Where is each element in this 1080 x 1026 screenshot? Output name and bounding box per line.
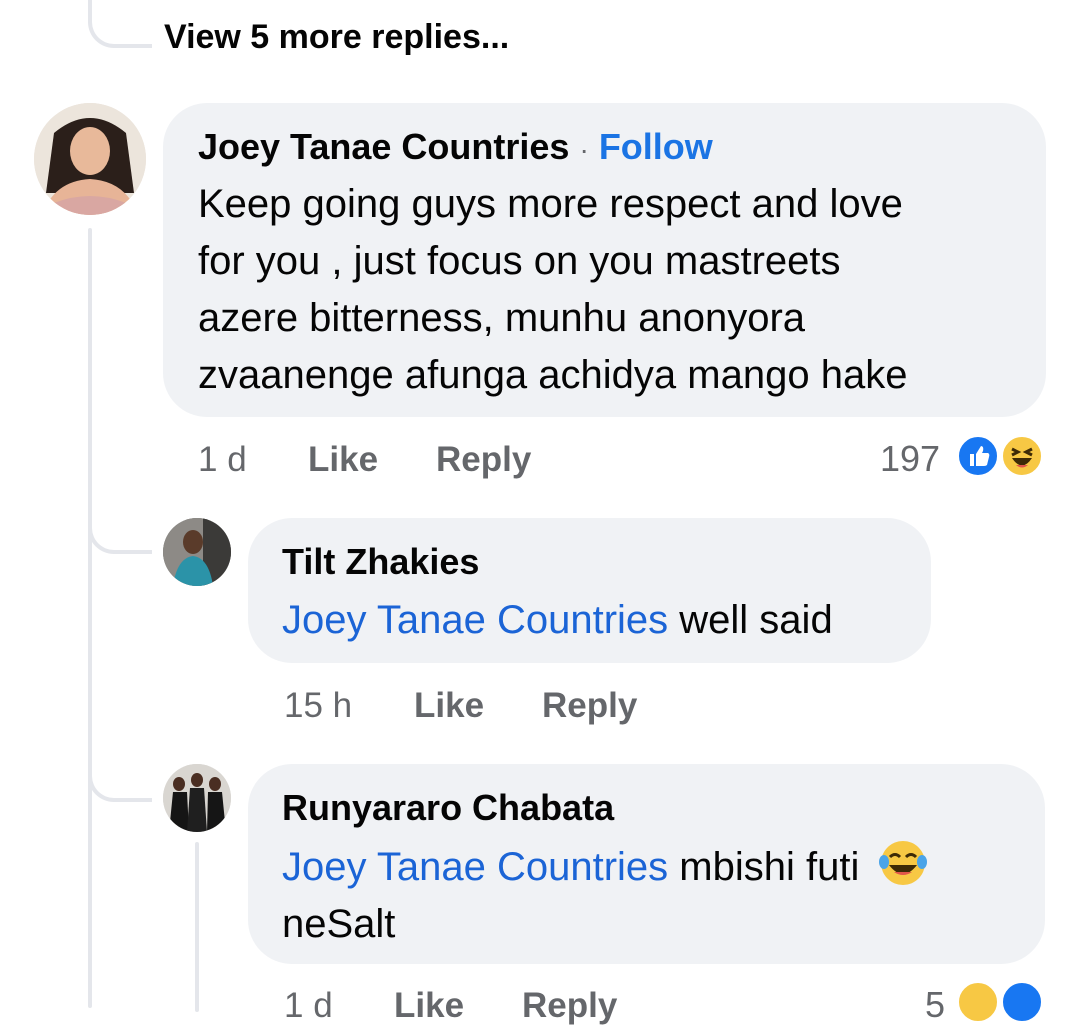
- separator-dot: ·: [579, 134, 589, 165]
- thread-line-reply-2: [195, 842, 199, 1012]
- thread-connector-reply-2: [88, 748, 152, 802]
- reply-button[interactable]: Reply: [542, 686, 637, 726]
- view-more-replies-link[interactable]: View 5 more replies...: [164, 18, 509, 57]
- avatar-photo: [163, 764, 231, 832]
- thread-connector-top: [88, 0, 152, 48]
- like-button[interactable]: Like: [394, 986, 464, 1026]
- comment-author-row: Joey Tanae Countries · Follow: [198, 125, 1046, 172]
- avatar[interactable]: [163, 518, 231, 586]
- reply-button[interactable]: Reply: [436, 440, 531, 480]
- comment-text-line: Keep going guys more respect and love: [198, 182, 903, 226]
- avatar[interactable]: [163, 764, 231, 832]
- reply-author[interactable]: Tilt Zhakies: [282, 540, 931, 584]
- comment-text-line: zvaanenge afunga achidya mango hake: [198, 353, 908, 397]
- avatar-photo: [34, 103, 146, 215]
- reply-button[interactable]: Reply: [522, 986, 617, 1026]
- comment-time[interactable]: 1 d: [198, 440, 247, 480]
- comment-author[interactable]: Joey Tanae Countries: [198, 126, 569, 167]
- comment-text-line: for you , just focus on you mastreets: [198, 239, 841, 283]
- reply-time[interactable]: 1 d: [284, 986, 333, 1026]
- avatar-photo: [163, 518, 231, 586]
- haha-icon: [1000, 434, 1044, 478]
- reaction-count[interactable]: 5: [925, 984, 945, 1026]
- reply-author[interactable]: Runyararo Chabata: [282, 786, 1045, 830]
- comment-bubble: Joey Tanae Countries · Follow Keep going…: [163, 103, 1046, 417]
- follow-button[interactable]: Follow: [599, 126, 713, 167]
- thread-connector-reply-1: [88, 500, 152, 554]
- reply-text-body: well said: [668, 598, 833, 642]
- avatar[interactable]: [34, 103, 146, 215]
- reply-text-body: mbishi futi: [668, 845, 860, 889]
- reply-text-line: neSalt: [282, 902, 396, 946]
- thread-line-main: [88, 228, 92, 1008]
- mention-link[interactable]: Joey Tanae Countries: [282, 845, 668, 889]
- like-button[interactable]: Like: [308, 440, 378, 480]
- comment-text-line: azere bitterness, munhu anonyora: [198, 296, 806, 340]
- reply-bubble: Runyararo Chabata Joey Tanae Countries m…: [248, 764, 1045, 964]
- haha-icon: [956, 980, 1000, 1024]
- tears-of-joy-emoji: [878, 838, 928, 888]
- reply-bubble: Tilt Zhakies Joey Tanae Countries well s…: [248, 518, 931, 663]
- reply-text: Joey Tanae Countries mbishi futi neSalt: [282, 838, 1045, 953]
- reaction-count[interactable]: 197: [880, 438, 940, 480]
- like-icon: [956, 434, 1000, 478]
- mention-link[interactable]: Joey Tanae Countries: [282, 598, 668, 642]
- like-icon: [1000, 980, 1044, 1024]
- like-button[interactable]: Like: [414, 686, 484, 726]
- reply-time[interactable]: 15 h: [284, 686, 352, 726]
- comment-text: Keep going guys more respect and love fo…: [198, 176, 1046, 404]
- reply-text: Joey Tanae Countries well said: [282, 592, 931, 649]
